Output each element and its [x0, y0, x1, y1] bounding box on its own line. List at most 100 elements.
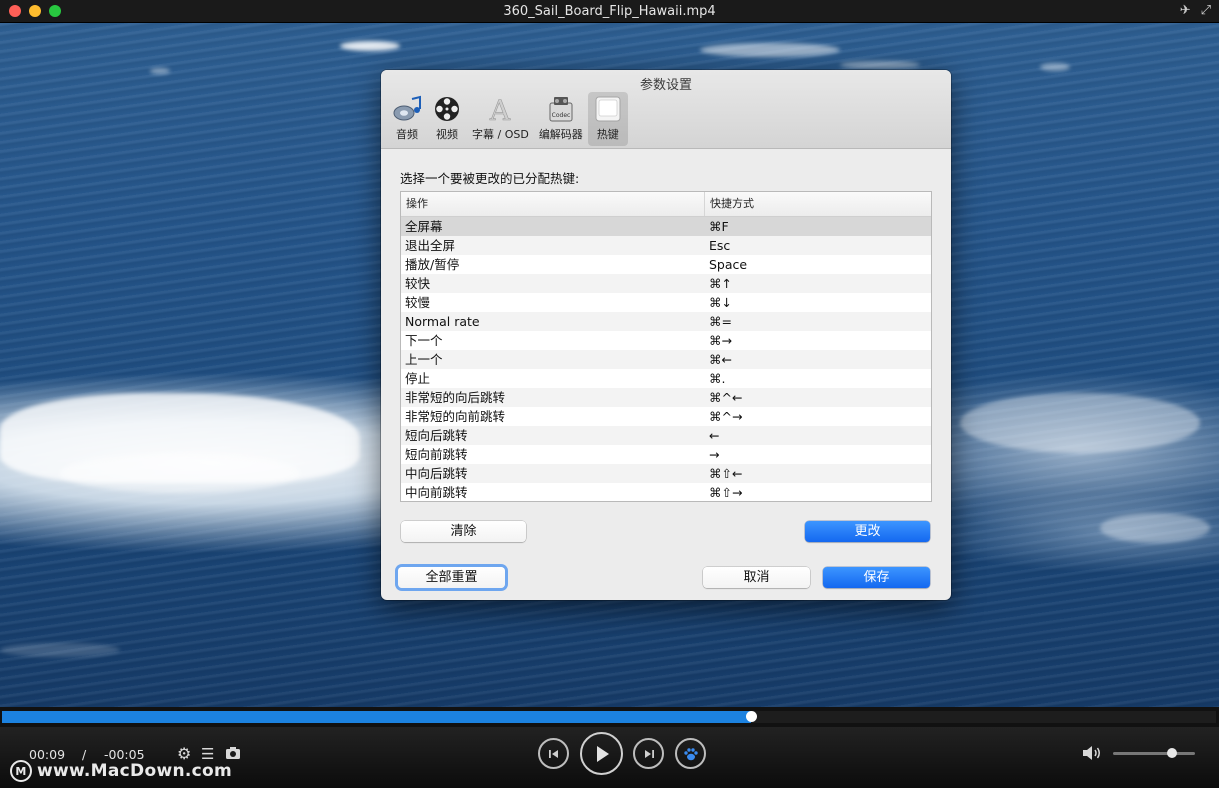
skip-back-icon	[548, 749, 558, 758]
progress-fill	[2, 711, 751, 723]
shortcut-cell: ⌘↑	[709, 276, 732, 291]
tab-audio[interactable]: 音频	[387, 92, 427, 146]
table-row[interactable]: 下一个 ⌘→	[401, 331, 931, 350]
audio-icon	[392, 95, 422, 123]
table-row[interactable]: 短向前跳转 →	[401, 445, 931, 464]
shortcut-cell: ⌘.	[709, 371, 726, 386]
dialog-header: 参数设置 音频 视频 A 字幕 / OSD Codec 编解码器 热键	[381, 70, 951, 149]
tab-subtitles-osd[interactable]: A 字幕 / OSD	[467, 92, 534, 146]
shortcut-cell: ⌘⇧→	[709, 485, 743, 500]
skip-forward-icon	[644, 749, 654, 758]
action-cell: 上一个	[405, 352, 443, 367]
zoom-window-button[interactable]	[49, 5, 61, 17]
preferences-dialog: 参数设置 音频 视频 A 字幕 / OSD Codec 编解码器 热键 选择一个…	[381, 70, 951, 600]
progress-knob[interactable]	[746, 711, 757, 722]
svg-text:Codec: Codec	[551, 112, 570, 119]
table-row[interactable]: 中向前跳转 ⌘⇧→	[401, 483, 931, 501]
table-body: 全屏幕 ⌘F 退出全屏 Esc 播放/暂停 Space 较快 ⌘↑ 较慢 ⌘↓ Norma…	[401, 217, 931, 501]
clear-button[interactable]: 清除	[401, 521, 526, 542]
next-button[interactable]	[633, 738, 664, 769]
action-cell: 非常短的向前跳转	[405, 409, 506, 424]
shortcut-cell: ⌘^→	[709, 409, 743, 424]
minimize-window-button[interactable]	[29, 5, 41, 17]
action-cell: 中向后跳转	[405, 466, 468, 481]
dialog-title: 参数设置	[639, 78, 692, 93]
cancel-button[interactable]: 取消	[703, 567, 810, 588]
shortcut-cell: ←	[709, 428, 720, 443]
pin-icon[interactable]: ✈	[1180, 3, 1191, 18]
shortcut-cell: ⌘^←	[709, 390, 743, 405]
tab-codecs[interactable]: Codec 编解码器	[534, 92, 588, 146]
play-icon	[596, 745, 609, 762]
window-title-bar: 360_Sail_Board_Flip_Hawaii.mp4 ✈ ⤢	[0, 0, 1219, 23]
titlebar-right-icons: ✈ ⤢	[1180, 3, 1211, 18]
hotkey-table: 操作 快捷方式 全屏幕 ⌘F 退出全屏 Esc 播放/暂停 Space 较快 ⌘↑ 较慢…	[400, 191, 932, 502]
column-header-shortcut[interactable]: 快捷方式	[705, 192, 931, 216]
table-row[interactable]: 上一个 ⌘←	[401, 350, 931, 369]
action-cell: 较慢	[405, 295, 431, 310]
speaker-icon[interactable]	[1082, 745, 1102, 765]
fullscreen-icon[interactable]: ⤢	[1201, 3, 1211, 18]
window-controls	[9, 5, 61, 17]
previous-button[interactable]	[538, 738, 569, 769]
shortcut-cell: ⌘→	[709, 333, 732, 348]
table-row[interactable]: 较快 ⌘↑	[401, 274, 931, 293]
table-row[interactable]: 中向后跳转 ⌘⇧←	[401, 464, 931, 483]
action-cell: 短向后跳转	[405, 428, 468, 443]
tab-audio-label: 音频	[396, 128, 418, 141]
action-cell: Normal rate	[405, 314, 480, 329]
volume-slider-track[interactable]	[1113, 752, 1195, 755]
shortcut-cell: Space	[709, 257, 748, 272]
tab-hotkeys-label: 热键	[596, 128, 619, 141]
tab-video[interactable]: 视频	[427, 92, 467, 146]
column-header-action[interactable]: 操作	[401, 192, 705, 216]
action-cell: 全屏幕	[405, 219, 443, 234]
shortcut-cell: →	[709, 447, 720, 462]
action-cell: 退出全屏	[405, 238, 456, 253]
action-cell: 较快	[405, 276, 431, 291]
watermark-text: www.MacDown.com	[37, 761, 232, 781]
reset-all-button[interactable]: 全部重置	[398, 567, 505, 588]
keyboard-key-icon	[593, 95, 623, 123]
table-row[interactable]: 全屏幕 ⌘F	[401, 217, 931, 236]
action-cell: 下一个	[405, 333, 443, 348]
volume-slider-knob[interactable]	[1167, 748, 1177, 758]
hotkey-prompt: 选择一个要被更改的已分配热键:	[400, 171, 580, 186]
tab-hotkeys[interactable]: 热键	[587, 92, 628, 146]
change-button[interactable]: 更改	[805, 521, 930, 542]
action-cell: 非常短的向后跳转	[405, 390, 506, 405]
shortcut-cell: Esc	[709, 238, 731, 253]
table-row[interactable]: 退出全屏 Esc	[401, 236, 931, 255]
codec-box-icon: Codec	[546, 95, 576, 123]
table-row[interactable]: 非常短的向前跳转 ⌘^→	[401, 407, 931, 426]
table-row[interactable]: 短向后跳转 ←	[401, 426, 931, 445]
save-button[interactable]: 保存	[823, 567, 930, 588]
shortcut-cell: ⌘⇧←	[709, 466, 743, 481]
tab-subtitles-label: 字幕 / OSD	[472, 128, 529, 141]
play-button[interactable]	[580, 732, 623, 775]
table-row[interactable]: 非常短的向后跳转 ⌘^←	[401, 388, 931, 407]
action-cell: 短向前跳转	[405, 447, 468, 462]
watermark: M www.MacDown.com	[10, 760, 232, 782]
macdown-logo-icon: M	[10, 760, 32, 782]
window-title: 360_Sail_Board_Flip_Hawaii.mp4	[503, 3, 716, 19]
film-reel-icon	[432, 95, 462, 123]
table-row[interactable]: 播放/暂停 Space	[401, 255, 931, 274]
action-cell: 停止	[405, 371, 431, 386]
shortcut-cell: ⌘↓	[709, 295, 732, 310]
preferences-toolbar: 音频 视频 A 字幕 / OSD Codec 编解码器 热键	[387, 92, 628, 146]
tab-video-label: 视频	[436, 128, 458, 141]
paw-icon	[683, 747, 698, 760]
table-row[interactable]: 停止 ⌘.	[401, 369, 931, 388]
paw-button[interactable]	[675, 738, 706, 769]
shortcut-cell: ⌘=	[709, 314, 732, 329]
svg-text:A: A	[489, 95, 511, 123]
close-window-button[interactable]	[9, 5, 21, 17]
table-row[interactable]: 较慢 ⌘↓	[401, 293, 931, 312]
action-cell: 中向前跳转	[405, 485, 468, 500]
table-row[interactable]: Normal rate ⌘=	[401, 312, 931, 331]
letter-a-icon: A	[485, 95, 515, 123]
action-cell: 播放/暂停	[405, 257, 460, 272]
table-header: 操作 快捷方式	[401, 192, 931, 217]
shortcut-cell: ⌘F	[709, 219, 729, 234]
